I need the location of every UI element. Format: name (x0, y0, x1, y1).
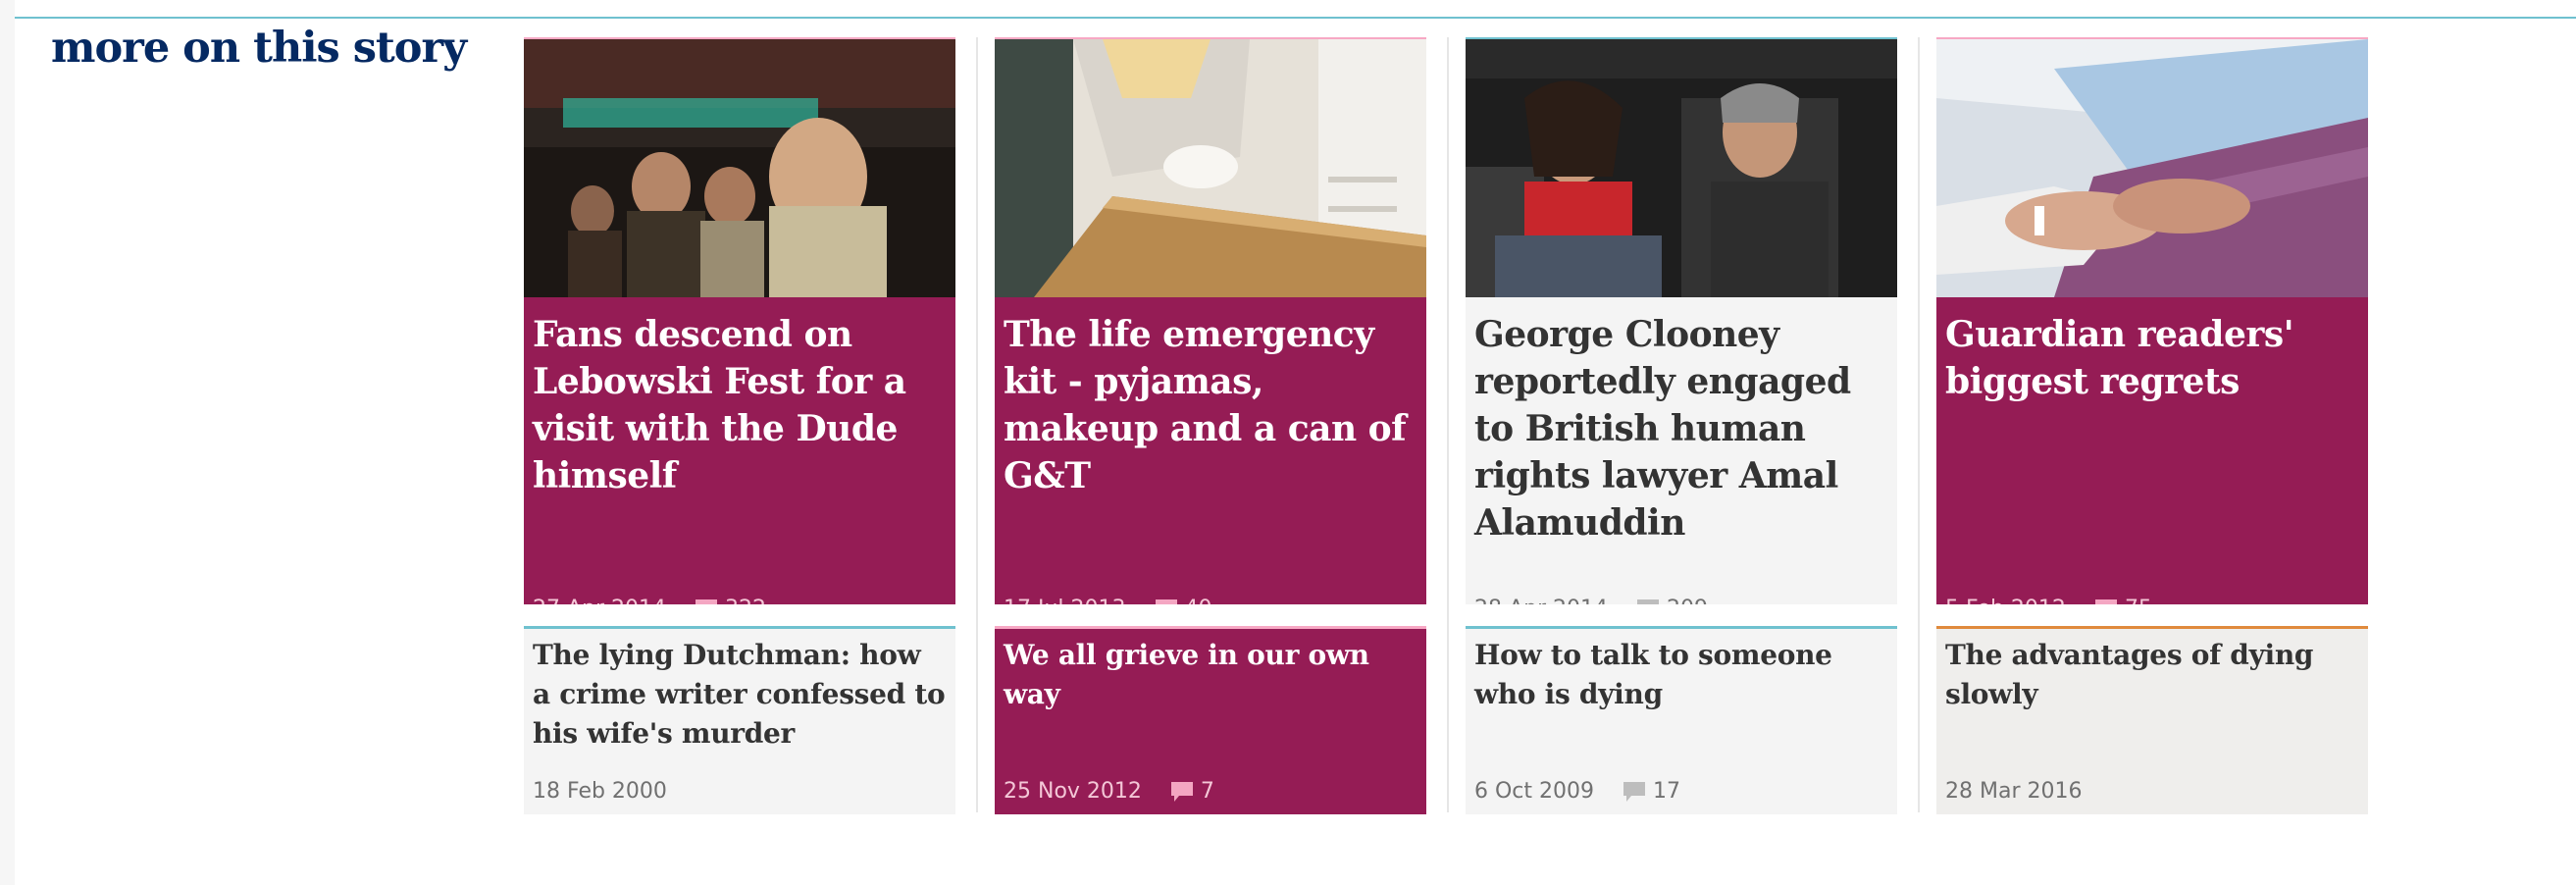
story-title: The lying Dutchman: how a crime writer c… (533, 639, 946, 750)
story-date: 17 Jul 2013 (1004, 597, 1126, 604)
comment-count: 7 (1200, 779, 1214, 804)
story-meta: 28 Apr 2014 209 (1474, 597, 1708, 604)
column-divider (1447, 37, 1449, 812)
section-heading: more on this story (51, 24, 467, 73)
story-title: Guardian readers' biggest regrets (1945, 314, 2294, 402)
story-title: We all grieve in our own way (1004, 639, 1369, 710)
comment-count: 209 (1667, 597, 1708, 604)
story-date: 28 Apr 2014 (1474, 597, 1608, 604)
comment-count: 75 (2125, 597, 2152, 604)
story-meta: 28 Mar 2016 (1945, 779, 2082, 804)
comment-icon (1622, 780, 1647, 804)
story-card[interactable]: We all grieve in our own way 25 Nov 2012… (995, 626, 1426, 814)
comment-icon (1169, 780, 1195, 804)
comment-icon (2093, 598, 2119, 604)
story-card[interactable]: Guardian readers' biggest regrets 5 Feb … (1936, 37, 2368, 604)
story-meta: 6 Oct 2009 17 (1474, 779, 1680, 804)
story-card[interactable]: How to talk to someone who is dying 6 Oc… (1466, 626, 1897, 814)
story-meta: 17 Jul 2013 40 (1004, 597, 1212, 604)
comment-count: 40 (1185, 597, 1212, 604)
story-title: George Clooney reportedly engaged to Bri… (1474, 314, 1851, 544)
story-date: 27 Apr 2014 (533, 597, 666, 604)
more-on-this-story-section: more on this story Fans descend on Lebow… (15, 0, 2576, 885)
story-date: 18 Feb 2000 (533, 779, 667, 804)
story-title: The advantages of dying slowly (1945, 639, 2314, 710)
story-meta: 18 Feb 2000 (533, 779, 667, 804)
column-divider (976, 37, 978, 812)
comment-count: 322 (725, 597, 766, 604)
story-date: 5 Feb 2012 (1945, 597, 2066, 604)
clooney-car-photo (1466, 39, 1897, 297)
comment-icon (694, 598, 719, 604)
lebowski-cast-photo (524, 39, 955, 297)
story-meta: 27 Apr 2014 322 (533, 597, 766, 604)
story-card[interactable]: Fans descend on Lebowski Fest for a visi… (524, 37, 955, 604)
story-date: 25 Nov 2012 (1004, 779, 1142, 804)
holding-hands-hospital-photo (1936, 39, 2368, 297)
story-date: 28 Mar 2016 (1945, 779, 2083, 804)
story-card[interactable]: George Clooney reportedly engaged to Bri… (1466, 37, 1897, 604)
story-meta: 25 Nov 2012 7 (1004, 779, 1214, 804)
comment-icon (1154, 598, 1179, 604)
column-divider (1918, 37, 1920, 812)
story-title: The life emergency kit - pyjamas, makeup… (1004, 314, 1407, 496)
woman-with-teacup-photo (995, 39, 1426, 297)
story-date: 6 Oct 2009 (1474, 779, 1595, 804)
story-title: How to talk to someone who is dying (1474, 639, 1832, 710)
top-divider (15, 17, 2576, 19)
comment-icon (1635, 598, 1661, 604)
story-meta: 5 Feb 2012 75 (1945, 597, 2152, 604)
story-title: Fans descend on Lebowski Fest for a visi… (533, 314, 906, 496)
comment-count: 17 (1653, 779, 1681, 804)
story-card[interactable]: The lying Dutchman: how a crime writer c… (524, 626, 955, 814)
story-card[interactable]: The life emergency kit - pyjamas, makeup… (995, 37, 1426, 604)
story-card[interactable]: The advantages of dying slowly 28 Mar 20… (1936, 626, 2368, 814)
